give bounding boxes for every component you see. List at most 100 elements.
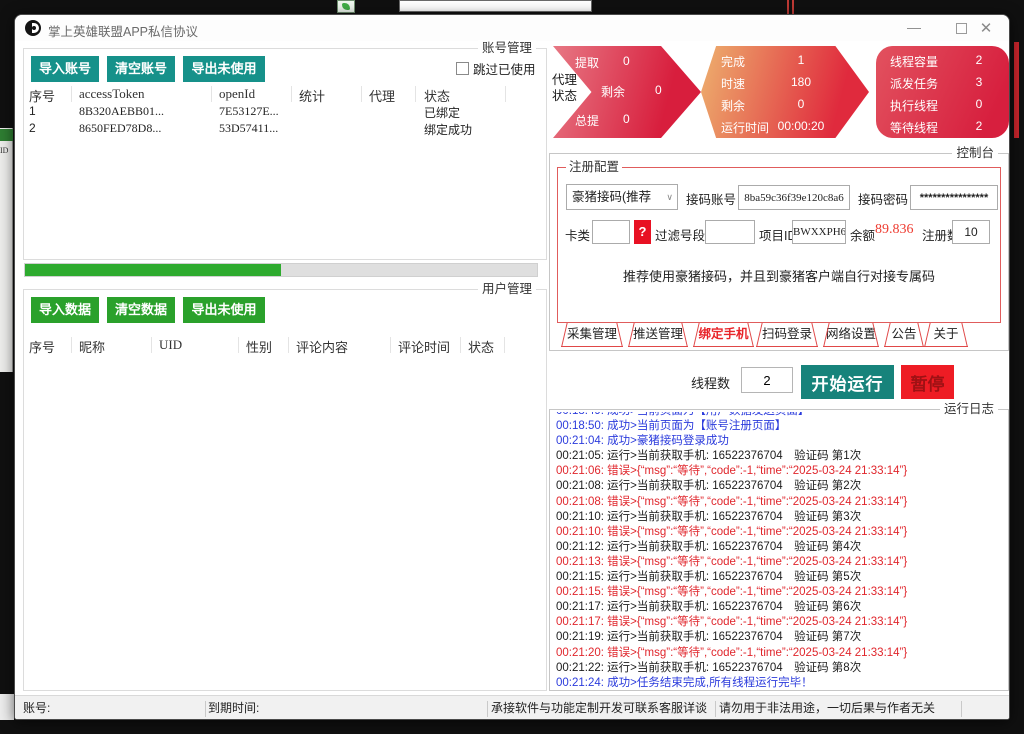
sms-account-input[interactable] bbox=[738, 185, 850, 210]
start-run-button[interactable]: 开始运行 bbox=[801, 365, 894, 399]
sms-account-label: 接码账号 bbox=[686, 189, 736, 208]
sms-password-input[interactable] bbox=[910, 185, 998, 210]
register-count-input[interactable] bbox=[952, 220, 990, 244]
table-cell: 已绑定 bbox=[424, 104, 460, 121]
log-line: 00:21:17: 错误>{“msg”:“等待”,“code”:-1,“time… bbox=[556, 615, 1004, 630]
log-panel: 运行日志 00:18:49: 成功>当前页面为【用户数据发送页面】00:18:5… bbox=[549, 409, 1009, 691]
background-left-id-text: ID bbox=[0, 146, 13, 155]
column-separator bbox=[71, 86, 72, 102]
table-cell: 2 bbox=[29, 121, 36, 135]
stat-value: 1 bbox=[759, 53, 843, 67]
background-bottom-strip bbox=[0, 694, 14, 720]
stat-row: 运行时间00:00:20 bbox=[701, 119, 869, 135]
filter-segment-label: 过滤号段 bbox=[655, 225, 705, 244]
pause-button[interactable]: 暂停 bbox=[901, 365, 954, 399]
statusbar-divider bbox=[961, 701, 962, 717]
background-red-line bbox=[787, 0, 789, 14]
thread-count-input[interactable] bbox=[741, 367, 793, 393]
tab-公告[interactable]: 公告 bbox=[884, 323, 924, 347]
tab-推送管理[interactable]: 推送管理 bbox=[628, 323, 688, 347]
table-cell: 绑定成功 bbox=[424, 121, 472, 138]
account-panel-label: 账号管理 bbox=[478, 40, 536, 56]
log-line: 00:21:13: 错误>{“msg”:“等待”,“code”:-1,“time… bbox=[556, 555, 1004, 570]
tab-采集管理[interactable]: 采集管理 bbox=[561, 323, 623, 347]
stat-row: 线程容量2 bbox=[876, 53, 1009, 69]
stat-label: 执行线程 bbox=[890, 97, 938, 114]
background-window-fragment bbox=[399, 0, 592, 12]
tab-扫码登录[interactable]: 扫码登录 bbox=[756, 323, 818, 347]
tab-label: 采集管理 bbox=[567, 327, 617, 341]
table-cell: 7E53127E... bbox=[219, 104, 279, 119]
user-button-2[interactable]: 导出未使用 bbox=[183, 297, 265, 323]
card-type-input[interactable] bbox=[592, 220, 630, 244]
background-left-green-fragment bbox=[0, 129, 13, 141]
acc-button-2[interactable]: 导出未使用 bbox=[183, 56, 265, 82]
register-config-label: 注册配置 bbox=[566, 159, 622, 175]
stat-value: 3 bbox=[966, 75, 992, 89]
sms-provider-select[interactable]: 豪猪接码(推荐 ∨ bbox=[566, 184, 678, 210]
stat-row: 时速180 bbox=[701, 75, 869, 91]
thread-stats-banner: 线程容量2派发任务3执行线程0等待线程2 bbox=[876, 46, 1009, 138]
progress-stats-banner: 完成1时速180剩余0运行时间00:00:20 bbox=[701, 46, 869, 138]
user-button-0[interactable]: 导入数据 bbox=[31, 297, 99, 323]
tab-label: 绑定手机 bbox=[698, 327, 748, 341]
stat-value: 0 bbox=[623, 54, 630, 68]
stat-label: 剩余 bbox=[601, 83, 625, 100]
balance-label: 余额 bbox=[850, 225, 875, 244]
filter-segment-input[interactable] bbox=[705, 220, 755, 244]
user-table-header-5: 评论时间 bbox=[398, 337, 450, 356]
user-table-header-6: 状态 bbox=[468, 337, 494, 356]
close-button[interactable]: ✕ bbox=[971, 19, 1001, 37]
stat-value: 0 bbox=[623, 112, 630, 126]
tab-绑定手机[interactable]: 绑定手机 bbox=[693, 323, 754, 347]
checkbox-label: 跳过已使用 bbox=[473, 59, 536, 78]
tab-edge bbox=[924, 323, 930, 346]
acc-table-header-1: accessToken bbox=[79, 86, 145, 102]
column-separator bbox=[504, 337, 505, 353]
user-table-header-4: 评论内容 bbox=[296, 337, 348, 356]
column-separator bbox=[71, 337, 72, 353]
checkbox-box-icon[interactable] bbox=[456, 62, 469, 75]
stat-value: 0 bbox=[759, 97, 843, 111]
minimize-button[interactable]: — bbox=[899, 19, 929, 35]
stat-label: 派发任务 bbox=[890, 75, 938, 92]
maximize-button[interactable] bbox=[956, 23, 967, 34]
project-id-input[interactable] bbox=[792, 220, 846, 244]
log-line: 00:21:06: 错误>{“msg”:“等待”,“code”:-1,“time… bbox=[556, 464, 1004, 479]
log-line: 00:21:08: 错误>{“msg”:“等待”,“code”:-1,“time… bbox=[556, 495, 1004, 510]
log-line: 00:21:15: 运行>当前获取手机: 16522376704 验证码 第5次 bbox=[556, 570, 1004, 585]
background-red-line bbox=[792, 0, 794, 14]
card-type-help-button[interactable]: ? bbox=[634, 220, 651, 244]
log-line: 00:21:22: 运行>当前获取手机: 16522376704 验证码 第8次 bbox=[556, 661, 1004, 676]
stat-row: 派发任务 3 bbox=[876, 75, 1009, 91]
stat-value: 2 bbox=[966, 119, 992, 133]
log-line: 00:21:08: 运行>当前获取手机: 16522376704 验证码 第2次 bbox=[556, 479, 1004, 494]
acc-button-1[interactable]: 清空账号 bbox=[107, 56, 175, 82]
acc-button-0[interactable]: 导入账号 bbox=[31, 56, 99, 82]
tab-网络设置[interactable]: 网络设置 bbox=[823, 323, 879, 347]
acc-table-header-3: 统计 bbox=[299, 86, 325, 105]
tab-edge bbox=[884, 323, 890, 346]
tab-关于[interactable]: 关于 bbox=[924, 323, 968, 347]
card-type-label: 卡类 bbox=[565, 225, 590, 244]
column-separator bbox=[151, 337, 152, 353]
table-cell: 53D57411... bbox=[219, 121, 278, 136]
statusbar-expire: 到期时间: bbox=[208, 696, 259, 720]
log-output[interactable]: 00:18:49: 成功>当前页面为【用户数据发送页面】00:18:50: 成功… bbox=[556, 412, 1004, 688]
user-button-1[interactable]: 清空数据 bbox=[107, 297, 175, 323]
column-separator bbox=[505, 86, 506, 102]
table-cell: 8650FED78D8... bbox=[79, 121, 161, 136]
stat-label: 线程容量 bbox=[890, 53, 938, 70]
stat-value: 00:00:20 bbox=[759, 119, 843, 133]
stat-row: 提取 0 bbox=[553, 54, 701, 70]
skip-used-checkbox[interactable]: 跳过已使用 bbox=[456, 59, 536, 78]
stat-row: 总提0 bbox=[553, 112, 701, 128]
log-line: 00:21:20: 错误>{“msg”:“等待”,“code”:-1,“time… bbox=[556, 646, 1004, 661]
log-line: 00:21:17: 运行>当前获取手机: 16522376704 验证码 第6次 bbox=[556, 600, 1004, 615]
stat-label: 提取 bbox=[575, 54, 599, 71]
stat-value: 0 bbox=[655, 83, 662, 97]
log-line: 00:21:10: 运行>当前获取手机: 16522376704 验证码 第3次 bbox=[556, 510, 1004, 525]
log-line: 00:21:04: 成功>豪猪接码登录成功 bbox=[556, 434, 1004, 449]
statusbar-contact: 承接软件与功能定制开发可联系客服详谈 bbox=[491, 696, 707, 720]
log-line: 00:18:49: 成功>当前页面为【用户数据发送页面】 bbox=[556, 412, 1004, 419]
